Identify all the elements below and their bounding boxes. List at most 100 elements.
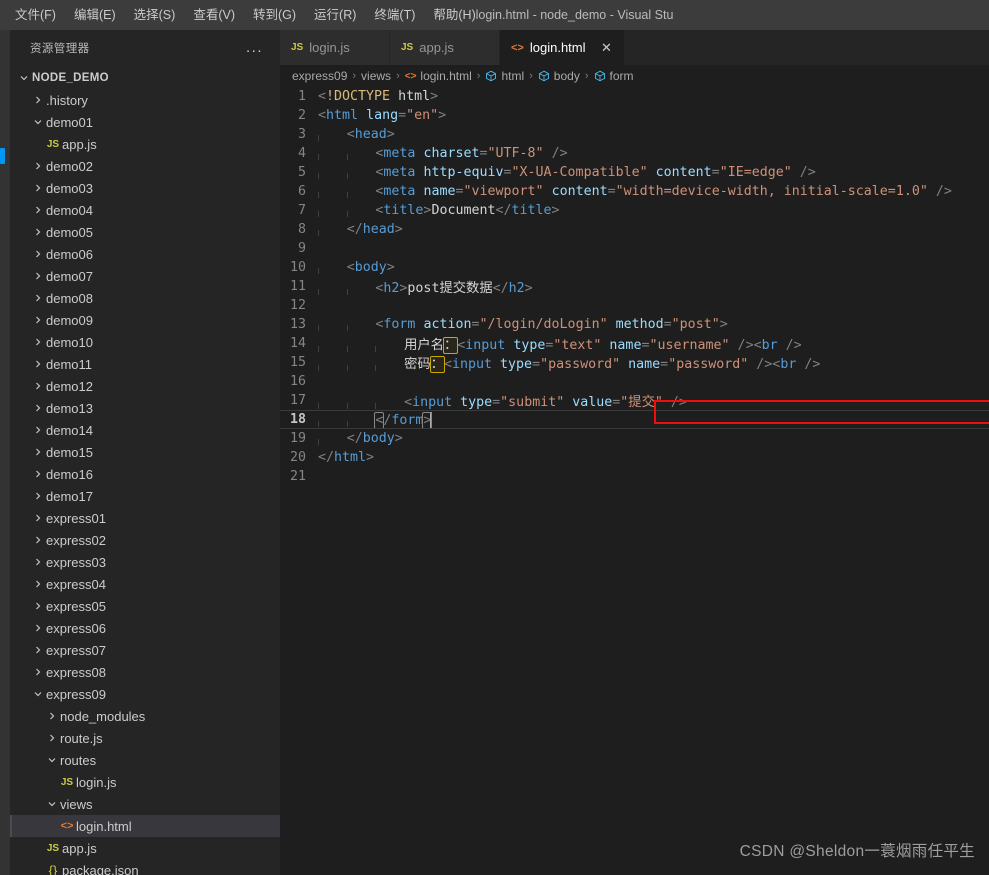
tree-item-express08[interactable]: express08 xyxy=(10,661,280,683)
tree-item-demo09[interactable]: demo09 xyxy=(10,309,280,331)
tree-item-label: express03 xyxy=(46,554,106,570)
menu-item-edit[interactable]: 编辑(E) xyxy=(65,4,125,26)
tree-item-app-js[interactable]: JS app.js xyxy=(10,837,280,859)
tree-item-demo12[interactable]: demo12 xyxy=(10,375,280,397)
tree-item-express02[interactable]: express02 xyxy=(10,529,280,551)
code-editor[interactable]: 1 <!DOCTYPE html> 2 <html lang="en"> 3 <head>… xyxy=(280,87,989,875)
symbol-field-icon xyxy=(485,70,497,82)
breadcrumb-item-login-html[interactable]: <> login.html xyxy=(405,69,472,83)
tree-item-demo03[interactable]: demo03 xyxy=(10,177,280,199)
chevron-right-icon xyxy=(44,711,60,721)
menu-item-help[interactable]: 帮助(H) xyxy=(424,4,484,26)
tree-item-demo16[interactable]: demo16 xyxy=(10,463,280,485)
tree-item-label: express06 xyxy=(46,620,106,636)
tree-item-express09[interactable]: express09 xyxy=(10,683,280,705)
tree-item-views[interactable]: views xyxy=(10,793,280,815)
menu-item-terminal[interactable]: 终端(T) xyxy=(365,4,424,26)
tree-item-express06[interactable]: express06 xyxy=(10,617,280,639)
code-line-13[interactable]: 13 <form action="/login/doLogin" method="… xyxy=(280,315,989,334)
code-line-8[interactable]: 8 </head> xyxy=(280,220,989,239)
menu-item-run[interactable]: 运行(R) xyxy=(305,4,365,26)
tree-item-label: demo07 xyxy=(46,268,93,284)
tree-item-demo15[interactable]: demo15 xyxy=(10,441,280,463)
code-line-5[interactable]: 5 <meta http-equiv="X-UA-Compatible" cont… xyxy=(280,163,989,182)
tab-login-html[interactable]: <> login.html ✕ xyxy=(500,30,625,65)
tree-item-routes[interactable]: routes xyxy=(10,749,280,771)
menu-item-view[interactable]: 查看(V) xyxy=(184,4,244,26)
line-number: 10 xyxy=(289,260,306,275)
code-line-18[interactable]: 18 </form> xyxy=(280,410,989,429)
code-line-15[interactable]: 15 密码：<input type="password" name="passwo… xyxy=(280,353,989,373)
tree-item-demo05[interactable]: demo05 xyxy=(10,221,280,243)
tree-item-route-js[interactable]: route.js xyxy=(10,727,280,749)
activity-bar[interactable] xyxy=(0,30,10,875)
line-number: 4 xyxy=(297,146,306,161)
code-line-17[interactable]: 17 <input type="submit" value="提交" /> xyxy=(280,391,989,410)
code-line-11[interactable]: 11 <h2>post提交数据</h2> xyxy=(280,277,989,296)
chevron-right-icon xyxy=(30,403,46,413)
tree-item-express07[interactable]: express07 xyxy=(10,639,280,661)
tree-item--history[interactable]: .history xyxy=(10,89,280,111)
tree-item-login-js[interactable]: JS login.js xyxy=(10,771,280,793)
tree-item-label: demo08 xyxy=(46,290,93,306)
tree-item-node-modules[interactable]: node_modules xyxy=(10,705,280,727)
tab-app-js[interactable]: JS app.js ✕ xyxy=(390,30,500,65)
tree-item-login-html[interactable]: <> login.html xyxy=(10,815,280,837)
editor-tab-bar: JS login.js ✕ JS app.js ✕ <> login.html … xyxy=(280,30,989,65)
tree-item-demo14[interactable]: demo14 xyxy=(10,419,280,441)
breadcrumb-item-express09[interactable]: express09 xyxy=(292,69,347,83)
code-line-19[interactable]: 19 </body> xyxy=(280,429,989,448)
tree-item-demo17[interactable]: demo17 xyxy=(10,485,280,507)
code-line-21[interactable]: 21 xyxy=(280,467,989,486)
line-number: 16 xyxy=(289,374,306,389)
code-line-6[interactable]: 6 <meta name="viewport" content="width=de… xyxy=(280,182,989,201)
chevron-down-icon xyxy=(44,799,60,809)
code-line-2[interactable]: 2 <html lang="en"> xyxy=(280,106,989,125)
line-number: 8 xyxy=(297,222,306,237)
breadcrumb-label: body xyxy=(553,69,580,83)
tree-item-demo10[interactable]: demo10 xyxy=(10,331,280,353)
tree-item-demo02[interactable]: demo02 xyxy=(10,155,280,177)
tree-item-demo11[interactable]: demo11 xyxy=(10,353,280,375)
tab-label: app.js xyxy=(419,40,454,55)
tree-item-demo07[interactable]: demo07 xyxy=(10,265,280,287)
breadcrumb-item-views[interactable]: views xyxy=(361,69,391,83)
tree-item-label: app.js xyxy=(62,136,97,152)
chevron-right-icon xyxy=(30,601,46,611)
tree-item-demo06[interactable]: demo06 xyxy=(10,243,280,265)
code-line-14[interactable]: 14 用户名：<input type="text" name="username"… xyxy=(280,334,989,354)
menu-item-select[interactable]: 选择(S) xyxy=(125,4,185,26)
code-line-10[interactable]: 10 <body> xyxy=(280,258,989,277)
menu-item-file[interactable]: 文件(F) xyxy=(6,4,65,26)
breadcrumb-item-form[interactable]: form xyxy=(594,69,634,83)
menu-item-goto[interactable]: 转到(G) xyxy=(244,4,305,26)
code-line-7[interactable]: 7 <title>Document</title> xyxy=(280,201,989,220)
tree-item-app-js[interactable]: JS app.js xyxy=(10,133,280,155)
code-line-16[interactable]: 16 xyxy=(280,372,989,391)
code-line-4[interactable]: 4 <meta charset="UTF-8" /> xyxy=(280,144,989,163)
tab-login-js[interactable]: JS login.js ✕ xyxy=(280,30,390,65)
menu-bar: 文件(F) 编辑(E) 选择(S) 查看(V) 转到(G) 运行(R) 终端(T… xyxy=(0,4,485,26)
chevron-right-icon xyxy=(30,645,46,655)
code-line-text: </head> xyxy=(318,222,403,237)
close-icon[interactable]: ✕ xyxy=(600,41,614,54)
code-line-20[interactable]: 20 </html> xyxy=(280,448,989,467)
tree-item-express01[interactable]: express01 xyxy=(10,507,280,529)
tree-item-express04[interactable]: express04 xyxy=(10,573,280,595)
symbol-field-icon xyxy=(538,70,550,82)
tree-item-demo04[interactable]: demo04 xyxy=(10,199,280,221)
tree-item-demo08[interactable]: demo08 xyxy=(10,287,280,309)
breadcrumb-item-html[interactable]: html xyxy=(485,69,524,83)
tree-item-demo13[interactable]: demo13 xyxy=(10,397,280,419)
tree-item-package-json[interactable]: {} package.json xyxy=(10,859,280,875)
code-line-12[interactable]: 12 xyxy=(280,296,989,315)
breadcrumb-item-body[interactable]: body xyxy=(538,69,580,83)
tree-item-demo01[interactable]: demo01 xyxy=(10,111,280,133)
code-line-9[interactable]: 9 xyxy=(280,239,989,258)
tree-root-node-demo[interactable]: NODE_DEMO xyxy=(10,67,280,89)
tree-item-express03[interactable]: express03 xyxy=(10,551,280,573)
more-actions-icon[interactable]: ... xyxy=(243,40,266,56)
code-line-3[interactable]: 3 <head> xyxy=(280,125,989,144)
tree-item-express05[interactable]: express05 xyxy=(10,595,280,617)
code-line-1[interactable]: 1 <!DOCTYPE html> xyxy=(280,87,989,106)
